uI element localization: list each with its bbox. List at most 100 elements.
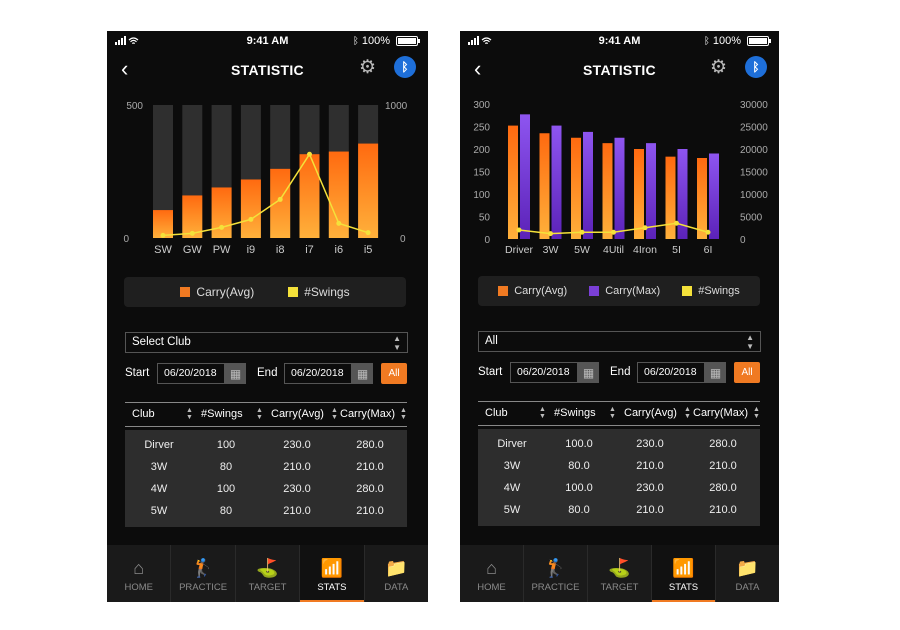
column-header-carry-avg[interactable]: Carry(Avg) xyxy=(624,407,677,419)
bar-chart-icon: 📶 xyxy=(672,558,695,578)
bluetooth-button[interactable]: ᛒ xyxy=(394,56,416,78)
all-button[interactable]: All xyxy=(381,363,407,384)
phone-screen-1: 9:41 AM ᛒ 100% ‹ STATISTIC ⚙ ᛒ 500 0 1000 0… xyxy=(107,31,428,602)
x-tick-label: GW xyxy=(183,244,203,256)
bottom-tab-bar: ⌂ HOME 🏌 PRACTICE ⛳ TARGET 📶 STATS 📁 DAT… xyxy=(460,545,779,602)
y-left-tick-label: 250 xyxy=(473,123,490,134)
column-header-club[interactable]: Club xyxy=(485,407,508,419)
cell-carry-avg: 230.0 xyxy=(636,482,664,494)
y-right-tick-label: 25000 xyxy=(740,123,768,134)
cell-swings: 100 xyxy=(216,439,236,451)
calendar-icon[interactable]: ▦ xyxy=(352,363,373,384)
cell-carry-avg: 230.0 xyxy=(283,483,311,495)
column-header-club[interactable]: Club xyxy=(132,408,155,420)
bar-carry-avg xyxy=(602,143,613,239)
y-right-tick-label: 5000 xyxy=(740,213,763,224)
tab-data[interactable]: 📁 DATA xyxy=(716,545,779,602)
x-tick-label: 6I xyxy=(704,244,713,256)
column-header-carry-max[interactable]: Carry(Max) xyxy=(340,408,395,420)
legend-label: #Swings xyxy=(698,285,740,297)
tab-home[interactable]: ⌂ HOME xyxy=(107,545,172,602)
tab-target[interactable]: ⛳ TARGET xyxy=(236,545,301,602)
tab-stats[interactable]: 📶 STATS xyxy=(300,545,365,602)
end-date-field[interactable]: 06/20/2018 xyxy=(284,363,352,384)
legend-label: Carry(Avg) xyxy=(514,285,568,297)
status-bar: 9:41 AM ᛒ 100% xyxy=(460,31,779,51)
end-date-field[interactable]: 06/20/2018 xyxy=(637,362,705,383)
column-header-swings[interactable]: #Swings xyxy=(201,408,243,420)
calendar-icon[interactable]: ▦ xyxy=(578,362,599,383)
sort-arrows-icon[interactable]: ▲ ▼ xyxy=(539,406,546,420)
point-swings xyxy=(248,216,254,222)
club-select[interactable]: Select Club ▲ ▼ xyxy=(125,332,408,353)
tab-home[interactable]: ⌂ HOME xyxy=(460,545,524,602)
legend-label: #Swings xyxy=(304,285,350,299)
column-header-carry-avg[interactable]: Carry(Avg) xyxy=(271,408,324,420)
bar-chart-icon: 📶 xyxy=(320,558,344,578)
sort-arrows-icon[interactable]: ▲ ▼ xyxy=(331,407,338,421)
x-tick-label: i8 xyxy=(276,244,285,256)
point-swings xyxy=(336,220,342,226)
point-swings xyxy=(307,151,312,157)
legend-swatch xyxy=(682,286,693,296)
x-tick-label: Driver xyxy=(505,244,534,256)
page-title: STATISTIC xyxy=(583,62,656,78)
cell-swings: 100.0 xyxy=(565,482,593,494)
table-row: 5W 80 210.0 210.0 xyxy=(125,501,407,523)
x-tick-label: 4Iron xyxy=(633,244,657,256)
home-icon: ⌂ xyxy=(486,558,497,578)
cell-carry-max: 280.0 xyxy=(356,439,384,451)
tab-data[interactable]: 📁 DATA xyxy=(365,545,428,602)
y-left-tick-label: 0 xyxy=(123,234,129,245)
sort-arrows-icon[interactable]: ▲ ▼ xyxy=(684,406,691,420)
y-left-tick-label: 50 xyxy=(479,213,491,224)
cell-club: 3W xyxy=(503,460,521,472)
calendar-icon[interactable]: ▦ xyxy=(705,362,726,383)
table-row: 5W 80.0 210.0 210.0 xyxy=(478,500,760,522)
y-right-tick-label: 15000 xyxy=(740,168,768,179)
golfer-icon: 🏌 xyxy=(191,558,215,578)
x-tick-label: i5 xyxy=(364,244,373,256)
sort-arrows-icon[interactable]: ▲ ▼ xyxy=(400,407,407,421)
tab-stats[interactable]: 📶 STATS xyxy=(652,545,716,602)
sort-arrows-icon[interactable]: ▲ ▼ xyxy=(186,407,193,421)
tab-practice[interactable]: 🏌 PRACTICE xyxy=(171,545,236,602)
point-swings xyxy=(219,224,225,230)
y-right-tick-label: 0 xyxy=(740,235,746,246)
calendar-icon[interactable]: ▦ xyxy=(225,363,246,384)
start-date-field[interactable]: 06/20/2018 xyxy=(510,362,578,383)
x-tick-label: i7 xyxy=(305,244,314,256)
all-button[interactable]: All xyxy=(734,362,760,383)
x-tick-label: 5I xyxy=(672,244,681,256)
bluetooth-button[interactable]: ᛒ xyxy=(745,56,767,78)
sort-arrows-icon[interactable]: ▲ ▼ xyxy=(753,406,760,420)
select-arrows-icon: ▲ ▼ xyxy=(746,333,754,351)
tab-label: STATS xyxy=(317,582,347,593)
club-select-value: Select Club xyxy=(132,336,191,348)
y-right-tick-label: 10000 xyxy=(740,190,768,201)
point-swings xyxy=(705,229,711,235)
app-header: ‹ STATISTIC ⚙ ᛒ xyxy=(107,55,428,85)
flag-icon: ⛳ xyxy=(256,558,279,578)
gear-icon[interactable]: ⚙ xyxy=(710,58,727,78)
gear-icon[interactable]: ⚙ xyxy=(359,58,376,78)
start-date-field[interactable]: 06/20/2018 xyxy=(157,363,225,384)
cell-carry-avg: 230.0 xyxy=(283,439,311,451)
legend-swatch xyxy=(288,287,299,297)
bar-carry-avg xyxy=(211,187,232,238)
club-select[interactable]: All ▲ ▼ xyxy=(478,331,761,352)
battery-percent: 100% xyxy=(361,35,390,47)
cell-carry-max: 280.0 xyxy=(709,438,737,450)
y-right-tick-label: 0 xyxy=(400,234,406,245)
tab-practice[interactable]: 🏌 PRACTICE xyxy=(524,545,588,602)
column-header-swings[interactable]: #Swings xyxy=(554,407,596,419)
legend-item-carry-avg: Carry(Avg) xyxy=(498,285,567,297)
cell-club: 5W xyxy=(150,505,168,517)
cell-carry-max: 210.0 xyxy=(356,505,384,517)
cell-club: 4W xyxy=(503,482,521,494)
sort-arrows-icon[interactable]: ▲ ▼ xyxy=(256,407,263,421)
tab-target[interactable]: ⛳ TARGET xyxy=(588,545,652,602)
bar-carry-max xyxy=(709,153,719,239)
sort-arrows-icon[interactable]: ▲ ▼ xyxy=(609,406,616,420)
column-header-carry-max[interactable]: Carry(Max) xyxy=(693,407,748,419)
